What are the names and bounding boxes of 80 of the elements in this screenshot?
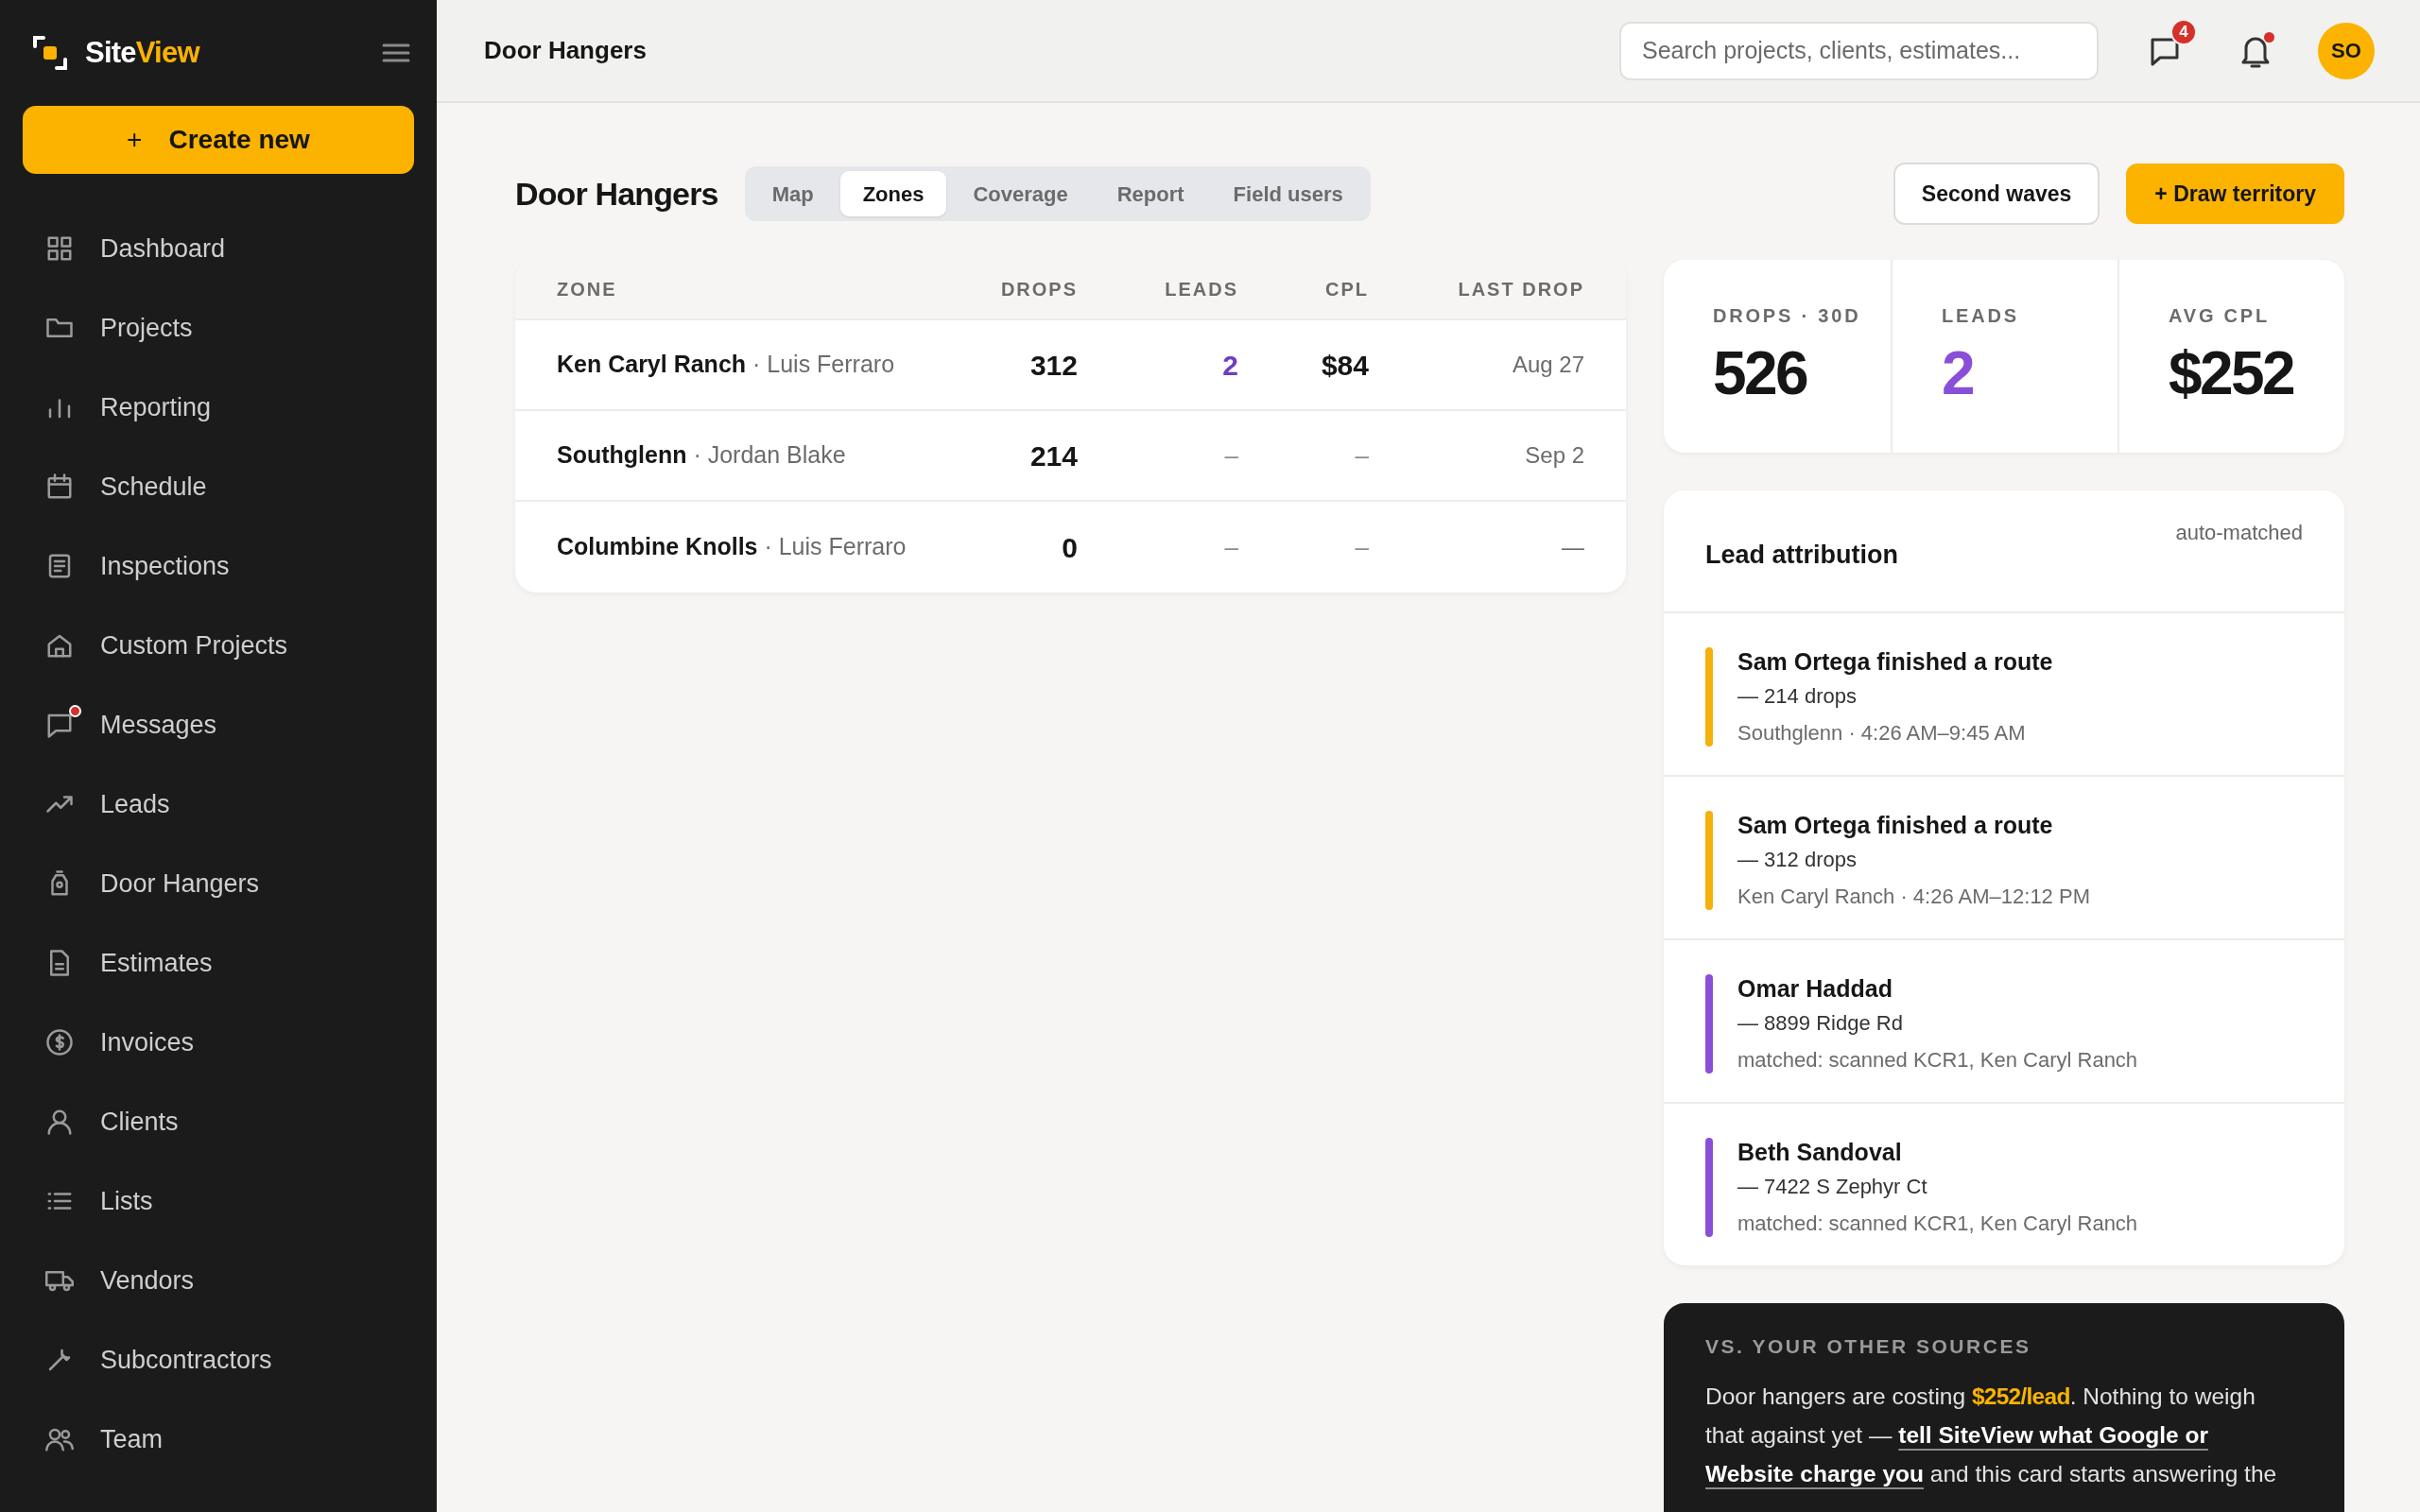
view-tab[interactable]: Coverage [950, 171, 1091, 216]
draw-territory-button[interactable]: + Draw territory [2126, 163, 2344, 224]
sidebar-item[interactable]: Invoices [0, 1003, 437, 1082]
entry-detail: — 8899 Ridge Rd [1737, 1010, 1904, 1037]
stat-label: DROPS · 30D [1713, 304, 1862, 328]
stat-label: LEADS [1942, 304, 2020, 328]
sidebar-item[interactable]: Team [0, 1400, 437, 1479]
create-new-button[interactable]: + Create new [23, 106, 414, 174]
entry-detail: — 214 drops [1737, 683, 1858, 710]
sidebar-item[interactable]: Reporting [0, 368, 437, 447]
table-cell-text: — [1561, 533, 1584, 561]
sidebar-item[interactable]: Estimates [0, 923, 437, 1003]
zone-cell-text: Southglenn · Jordan Blake [557, 440, 847, 471]
stat-label: AVG CPL [2169, 304, 2271, 328]
stat-value: $252 [2169, 343, 2294, 404]
sidebar-item[interactable]: Schedule [0, 447, 437, 526]
sidebar-item[interactable]: Dashboard [0, 209, 437, 288]
column-header: CPL [1324, 278, 1369, 301]
second-waves-button[interactable]: Second waves [1893, 163, 2100, 225]
entry-title: Beth Sandoval [1737, 1138, 1903, 1166]
entry-meta: matched: scanned KCR1, Ken Caryl Ranch [1737, 1047, 2138, 1074]
table-cell-text: 214 [1028, 438, 1078, 473]
entry-title: Omar Haddad [1737, 974, 1893, 1003]
view-tab[interactable]: Map [749, 171, 837, 216]
column-header: DROPS [999, 278, 1078, 301]
sources-text: Door hangers are costing $252/lead. Nothing to weigh that against yet — tell SiteView what Google or Website charge you and this card starts answering the [1705, 1382, 2278, 1488]
search-field[interactable]: Search projects, clients, estimates... [1619, 21, 2099, 80]
table-cell-text: – [1354, 439, 1369, 472]
view-tab[interactable]: Report [1094, 171, 1207, 216]
table-cell-text: 312 [1028, 348, 1078, 383]
logo-icon [32, 35, 68, 71]
column-header: ZONE [557, 278, 618, 301]
logo-text: SiteView [85, 34, 199, 71]
link[interactable]: Website charge you [1705, 1460, 1924, 1486]
column-header: LEADS [1164, 278, 1238, 301]
table-cell-text: 0 [1061, 530, 1078, 565]
stat-value: 2 [1942, 343, 1974, 404]
person-icon [45, 1108, 74, 1136]
entry-meta: Ken Caryl Ranch · 4:26 AM–12:12 PM [1737, 884, 2090, 910]
entry-title: Sam Ortega finished a route [1737, 811, 2054, 839]
sidebar-item[interactable]: Clients [0, 1082, 437, 1161]
sidebar-item[interactable]: Messages [0, 685, 437, 765]
sidebar-item[interactable]: Vendors [0, 1241, 437, 1320]
sidebar-item[interactable]: Inspections [0, 526, 437, 606]
entry-detail: — 7422 S Zephyr Ct [1737, 1174, 1928, 1200]
sidebar-item[interactable]: Lists [0, 1161, 437, 1241]
view-tab[interactable]: Field users [1210, 171, 1366, 216]
dollar-icon [45, 1028, 74, 1057]
sidebar-item[interactable]: Custom Projects [0, 606, 437, 685]
entry-meta: Southglenn · 4:26 AM–9:45 AM [1737, 720, 2027, 747]
sidebar-item[interactable]: Subcontractors [0, 1320, 437, 1400]
user-avatar[interactable]: SO [2318, 22, 2375, 79]
link[interactable]: tell SiteView what Google or [1898, 1421, 2208, 1448]
calendar-icon [45, 472, 74, 501]
sidebar-item[interactable]: Leads [0, 765, 437, 844]
table-cell-text: – [1223, 531, 1238, 563]
table-cell-text: 2 [1221, 348, 1238, 383]
menu-icon[interactable] [382, 43, 410, 63]
entry-title: Sam Ortega finished a route [1737, 647, 2053, 676]
entry-detail: — 312 drops [1737, 847, 1858, 873]
view-tab[interactable]: Zones [839, 171, 947, 216]
zone-cell-text: Columbine Knolls · Luis Ferraro [557, 532, 908, 562]
sidebar-item[interactable]: Door Hangers [0, 844, 437, 923]
grid-icon [45, 234, 74, 263]
entry-meta: matched: scanned KCR1, Ken Caryl Ranch [1737, 1211, 2138, 1237]
stat-value: 526 [1713, 343, 1807, 404]
page-title: Door Hangers [484, 35, 647, 66]
table-cell-text: Aug 27 [1511, 351, 1584, 379]
sidebar-item[interactable]: Projects [0, 288, 437, 368]
zone-cell-text: Ken Caryl Ranch · Luis Ferraro [557, 350, 896, 380]
section-title: Door Hangers [515, 174, 718, 214]
table-cell-text: $84 [1320, 348, 1369, 383]
card-label: VS. YOUR OTHER SOURCES [1705, 1334, 2032, 1359]
card-title: Lead attribution [1705, 540, 1898, 571]
column-header: LAST DROP [1457, 278, 1584, 301]
card-note: auto-matched [2175, 520, 2303, 546]
notification-count: 4 [2170, 18, 2197, 45]
table-cell-text: Sep 2 [1524, 441, 1584, 470]
table-cell-text: – [1223, 439, 1238, 472]
table-cell-text: – [1354, 531, 1369, 563]
